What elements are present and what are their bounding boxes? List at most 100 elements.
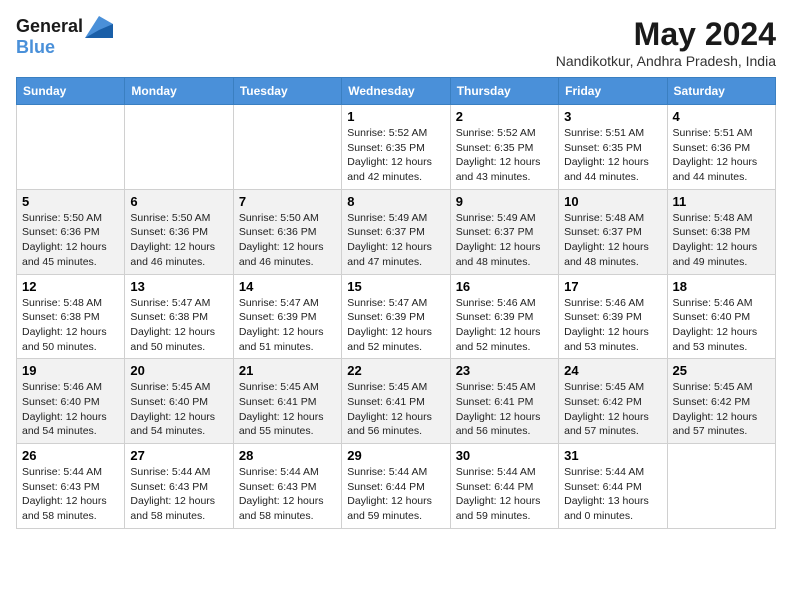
- table-row: 6 Sunrise: 5:50 AM Sunset: 6:36 PM Daylig…: [125, 189, 233, 274]
- day-info: Sunrise: 5:46 AM Sunset: 6:40 PM Dayligh…: [673, 296, 770, 355]
- table-row: [667, 444, 775, 529]
- day-info: Sunrise: 5:46 AM Sunset: 6:39 PM Dayligh…: [564, 296, 661, 355]
- day-number: 22: [347, 363, 444, 378]
- day-number: 31: [564, 448, 661, 463]
- day-number: 9: [456, 194, 553, 209]
- day-info: Sunrise: 5:45 AM Sunset: 6:42 PM Dayligh…: [673, 380, 770, 439]
- day-info: Sunrise: 5:48 AM Sunset: 6:38 PM Dayligh…: [673, 211, 770, 270]
- col-tuesday: Tuesday: [233, 78, 341, 105]
- col-wednesday: Wednesday: [342, 78, 450, 105]
- calendar-week-row: 12 Sunrise: 5:48 AM Sunset: 6:38 PM Dayli…: [17, 274, 776, 359]
- day-number: 23: [456, 363, 553, 378]
- day-number: 15: [347, 279, 444, 294]
- day-info: Sunrise: 5:44 AM Sunset: 6:44 PM Dayligh…: [564, 465, 661, 524]
- day-info: Sunrise: 5:50 AM Sunset: 6:36 PM Dayligh…: [130, 211, 227, 270]
- table-row: 17Sunrise: 5:46 AM Sunset: 6:39 PM Dayli…: [559, 274, 667, 359]
- day-number: 27: [130, 448, 227, 463]
- day-number: 28: [239, 448, 336, 463]
- logo: General Blue: [16, 16, 113, 58]
- day-info: Sunrise: 5:50 AM Sunset: 6:36 PM Dayligh…: [22, 211, 119, 270]
- day-number: 21: [239, 363, 336, 378]
- table-row: 11 Sunrise: 5:48 AM Sunset: 6:38 PM Dayli…: [667, 189, 775, 274]
- calendar-table: Sunday Monday Tuesday Wednesday Thursday…: [16, 77, 776, 529]
- table-row: 2 Sunrise: 5:52 AM Sunset: 6:35 PM Daylig…: [450, 105, 558, 190]
- table-row: 30 Sunrise: 5:44 AM Sunset: 6:44 PM Dayli…: [450, 444, 558, 529]
- table-row: 22 Sunrise: 5:45 AM Sunset: 6:41 PM Dayli…: [342, 359, 450, 444]
- day-number: 3: [564, 109, 661, 124]
- day-info: Sunrise: 5:52 AM Sunset: 6:35 PM Dayligh…: [456, 126, 553, 185]
- table-row: 19Sunrise: 5:46 AM Sunset: 6:40 PM Dayli…: [17, 359, 125, 444]
- month-title: May 2024: [556, 16, 776, 53]
- calendar-week-row: 1 Sunrise: 5:52 AM Sunset: 6:35 PM Daylig…: [17, 105, 776, 190]
- day-number: 24: [564, 363, 661, 378]
- day-number: 20: [130, 363, 227, 378]
- table-row: 27 Sunrise: 5:44 AM Sunset: 6:43 PM Dayli…: [125, 444, 233, 529]
- day-info: Sunrise: 5:45 AM Sunset: 6:42 PM Dayligh…: [564, 380, 661, 439]
- day-number: 10: [564, 194, 661, 209]
- col-friday: Friday: [559, 78, 667, 105]
- table-row: 10 Sunrise: 5:48 AM Sunset: 6:37 PM Dayli…: [559, 189, 667, 274]
- col-monday: Monday: [125, 78, 233, 105]
- day-info: Sunrise: 5:45 AM Sunset: 6:40 PM Dayligh…: [130, 380, 227, 439]
- col-saturday: Saturday: [667, 78, 775, 105]
- day-number: 7: [239, 194, 336, 209]
- page-header: General Blue May 2024 Nandikotkur, Andhr…: [16, 16, 776, 69]
- table-row: 4Sunrise: 5:51 AM Sunset: 6:36 PM Daylig…: [667, 105, 775, 190]
- day-number: 19: [22, 363, 119, 378]
- title-block: May 2024 Nandikotkur, Andhra Pradesh, In…: [556, 16, 776, 69]
- day-info: Sunrise: 5:48 AM Sunset: 6:37 PM Dayligh…: [564, 211, 661, 270]
- table-row: 28 Sunrise: 5:44 AM Sunset: 6:43 PM Dayli…: [233, 444, 341, 529]
- day-number: 4: [673, 109, 770, 124]
- day-info: Sunrise: 5:45 AM Sunset: 6:41 PM Dayligh…: [456, 380, 553, 439]
- day-number: 2: [456, 109, 553, 124]
- day-info: Sunrise: 5:47 AM Sunset: 6:39 PM Dayligh…: [239, 296, 336, 355]
- day-info: Sunrise: 5:44 AM Sunset: 6:44 PM Dayligh…: [456, 465, 553, 524]
- table-row: 20 Sunrise: 5:45 AM Sunset: 6:40 PM Dayli…: [125, 359, 233, 444]
- day-info: Sunrise: 5:45 AM Sunset: 6:41 PM Dayligh…: [347, 380, 444, 439]
- day-number: 12: [22, 279, 119, 294]
- day-number: 5: [22, 194, 119, 209]
- table-row: 12 Sunrise: 5:48 AM Sunset: 6:38 PM Dayli…: [17, 274, 125, 359]
- calendar-week-row: 26 Sunrise: 5:44 AM Sunset: 6:43 PM Dayli…: [17, 444, 776, 529]
- table-row: 14 Sunrise: 5:47 AM Sunset: 6:39 PM Dayli…: [233, 274, 341, 359]
- day-info: Sunrise: 5:52 AM Sunset: 6:35 PM Dayligh…: [347, 126, 444, 185]
- day-number: 14: [239, 279, 336, 294]
- table-row: 9 Sunrise: 5:49 AM Sunset: 6:37 PM Daylig…: [450, 189, 558, 274]
- day-number: 26: [22, 448, 119, 463]
- day-info: Sunrise: 5:51 AM Sunset: 6:35 PM Dayligh…: [564, 126, 661, 185]
- table-row: [17, 105, 125, 190]
- table-row: 29Sunrise: 5:44 AM Sunset: 6:44 PM Dayli…: [342, 444, 450, 529]
- table-row: 31 Sunrise: 5:44 AM Sunset: 6:44 PM Dayli…: [559, 444, 667, 529]
- calendar-header-row: Sunday Monday Tuesday Wednesday Thursday…: [17, 78, 776, 105]
- day-number: 16: [456, 279, 553, 294]
- calendar-week-row: 5 Sunrise: 5:50 AM Sunset: 6:36 PM Daylig…: [17, 189, 776, 274]
- day-info: Sunrise: 5:44 AM Sunset: 6:43 PM Dayligh…: [239, 465, 336, 524]
- day-number: 6: [130, 194, 227, 209]
- day-info: Sunrise: 5:49 AM Sunset: 6:37 PM Dayligh…: [347, 211, 444, 270]
- table-row: 3 Sunrise: 5:51 AM Sunset: 6:35 PM Daylig…: [559, 105, 667, 190]
- day-info: Sunrise: 5:47 AM Sunset: 6:38 PM Dayligh…: [130, 296, 227, 355]
- table-row: 7 Sunrise: 5:50 AM Sunset: 6:36 PM Daylig…: [233, 189, 341, 274]
- day-info: Sunrise: 5:49 AM Sunset: 6:37 PM Dayligh…: [456, 211, 553, 270]
- day-info: Sunrise: 5:47 AM Sunset: 6:39 PM Dayligh…: [347, 296, 444, 355]
- table-row: 26Sunrise: 5:44 AM Sunset: 6:43 PM Dayli…: [17, 444, 125, 529]
- table-row: 5 Sunrise: 5:50 AM Sunset: 6:36 PM Daylig…: [17, 189, 125, 274]
- table-row: 13Sunrise: 5:47 AM Sunset: 6:38 PM Dayli…: [125, 274, 233, 359]
- day-info: Sunrise: 5:48 AM Sunset: 6:38 PM Dayligh…: [22, 296, 119, 355]
- table-row: [233, 105, 341, 190]
- day-number: 29: [347, 448, 444, 463]
- day-number: 1: [347, 109, 444, 124]
- table-row: 25Sunrise: 5:45 AM Sunset: 6:42 PM Dayli…: [667, 359, 775, 444]
- day-number: 30: [456, 448, 553, 463]
- day-info: Sunrise: 5:46 AM Sunset: 6:39 PM Dayligh…: [456, 296, 553, 355]
- calendar-week-row: 19Sunrise: 5:46 AM Sunset: 6:40 PM Dayli…: [17, 359, 776, 444]
- logo-text: General Blue: [16, 16, 113, 58]
- day-number: 11: [673, 194, 770, 209]
- table-row: 15 Sunrise: 5:47 AM Sunset: 6:39 PM Dayli…: [342, 274, 450, 359]
- location: Nandikotkur, Andhra Pradesh, India: [556, 53, 776, 69]
- day-info: Sunrise: 5:50 AM Sunset: 6:36 PM Dayligh…: [239, 211, 336, 270]
- day-info: Sunrise: 5:44 AM Sunset: 6:43 PM Dayligh…: [130, 465, 227, 524]
- table-row: 18Sunrise: 5:46 AM Sunset: 6:40 PM Dayli…: [667, 274, 775, 359]
- table-row: 24 Sunrise: 5:45 AM Sunset: 6:42 PM Dayli…: [559, 359, 667, 444]
- table-row: 23 Sunrise: 5:45 AM Sunset: 6:41 PM Dayli…: [450, 359, 558, 444]
